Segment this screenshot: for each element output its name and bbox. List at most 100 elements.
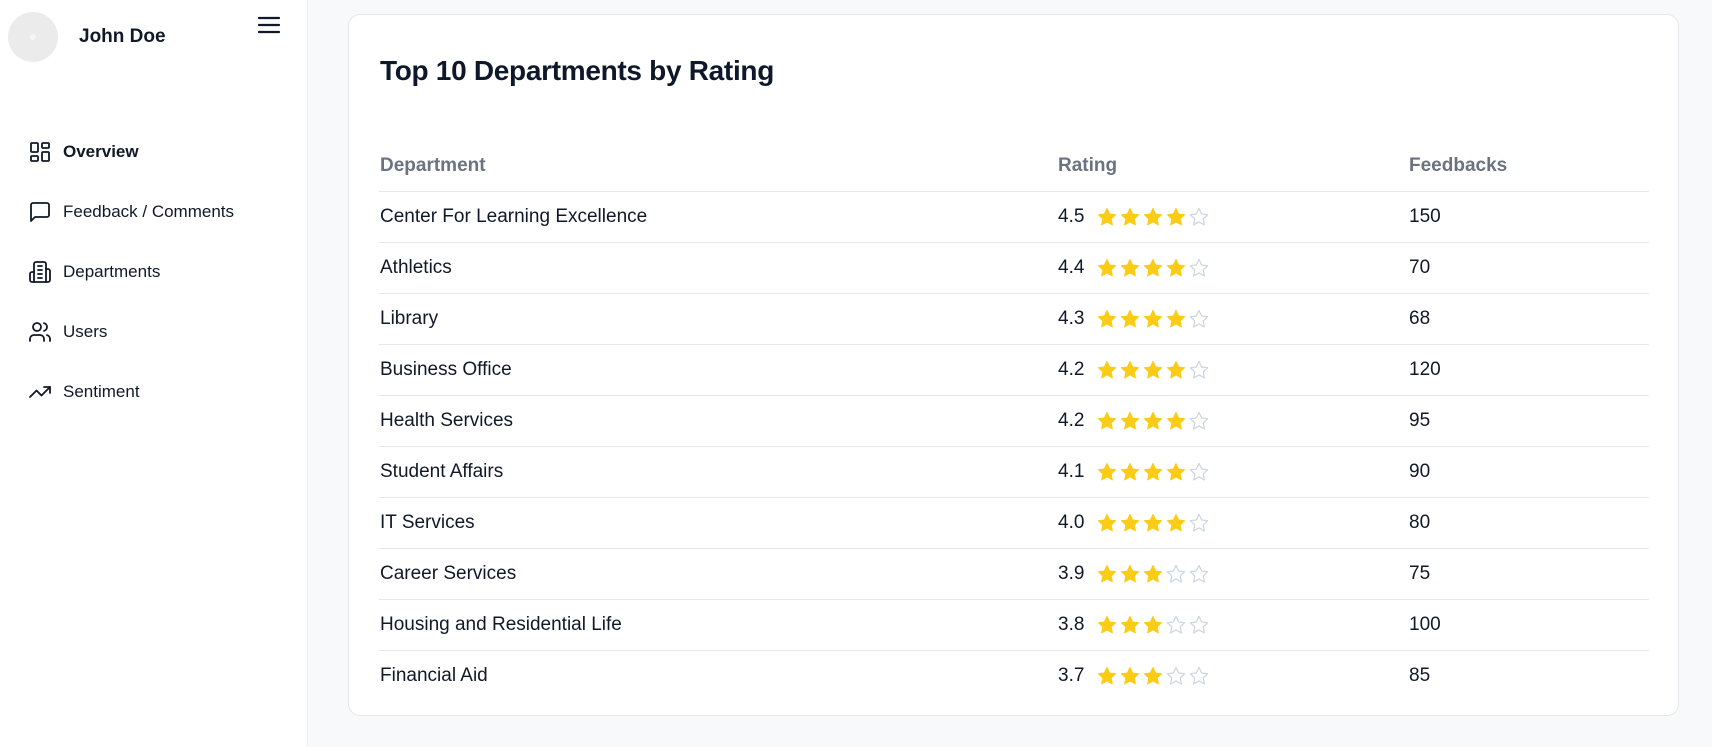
star-empty-icon bbox=[1190, 462, 1209, 481]
rating-value: 4.4 bbox=[1058, 257, 1085, 278]
top-departments-card: Top 10 Departments by Rating Department … bbox=[348, 14, 1679, 716]
star-filled-icon bbox=[1144, 666, 1163, 685]
star-rating bbox=[1096, 665, 1211, 687]
rating-cell: 3.9 bbox=[1057, 548, 1408, 600]
star-filled-icon bbox=[1121, 615, 1140, 634]
table-row: Center For Learning Excellence 4.5 150 bbox=[379, 191, 1649, 243]
building-icon bbox=[28, 260, 52, 284]
rating-cell: 4.4 bbox=[1057, 242, 1408, 294]
hamburger-menu-button[interactable] bbox=[256, 12, 282, 38]
star-empty-icon bbox=[1167, 615, 1186, 634]
star-filled-icon bbox=[1121, 564, 1140, 583]
star-filled-icon bbox=[1121, 411, 1140, 430]
star-filled-icon bbox=[1098, 462, 1117, 481]
card-title: Top 10 Departments by Rating bbox=[380, 55, 775, 86]
rating-cell: 3.8 bbox=[1057, 599, 1408, 651]
star-empty-icon bbox=[1190, 207, 1209, 226]
star-filled-icon bbox=[1144, 360, 1163, 379]
table-row: Business Office 4.2 120 bbox=[379, 344, 1649, 396]
star-filled-icon bbox=[1121, 207, 1140, 226]
feedbacks-count: 85 bbox=[1409, 665, 1431, 686]
table-row: Student Affairs 4.1 90 bbox=[379, 446, 1649, 498]
star-filled-icon bbox=[1167, 360, 1186, 379]
star-filled-icon bbox=[1098, 411, 1117, 430]
table-row: Library 4.3 68 bbox=[379, 293, 1649, 345]
star-filled-icon bbox=[1167, 207, 1186, 226]
star-rating bbox=[1096, 359, 1211, 381]
column-header-department: Department bbox=[379, 141, 1057, 192]
rating-value: 3.9 bbox=[1058, 563, 1085, 584]
star-filled-icon bbox=[1144, 564, 1163, 583]
main-content: Top 10 Departments by Rating Department … bbox=[308, 0, 1712, 747]
column-header-feedbacks: Feedbacks bbox=[1408, 141, 1649, 192]
star-filled-icon bbox=[1121, 513, 1140, 532]
star-filled-icon bbox=[1167, 513, 1186, 532]
star-filled-icon bbox=[1144, 207, 1163, 226]
rating-cell: 4.2 bbox=[1057, 344, 1408, 396]
star-empty-icon bbox=[1190, 360, 1209, 379]
table-row: IT Services 4.0 80 bbox=[379, 497, 1649, 549]
table-body: Center For Learning Excellence 4.5 150 Athl… bbox=[379, 191, 1649, 702]
sidebar: John Doe Overview Feedback / Comments De… bbox=[0, 0, 308, 747]
table-row: Health Services 4.2 95 bbox=[379, 395, 1649, 447]
rating-value: 4.2 bbox=[1058, 410, 1085, 431]
star-empty-icon bbox=[1190, 309, 1209, 328]
trending-up-icon bbox=[28, 380, 52, 404]
feedbacks-count: 90 bbox=[1408, 446, 1649, 498]
star-filled-icon bbox=[1098, 513, 1117, 532]
user-name: John Doe bbox=[79, 26, 166, 47]
star-filled-icon bbox=[1121, 462, 1140, 481]
star-filled-icon bbox=[1167, 309, 1186, 328]
sidebar-nav: Overview Feedback / Comments Departments… bbox=[0, 122, 308, 422]
star-filled-icon bbox=[1144, 309, 1163, 328]
department-name: IT Services bbox=[379, 497, 1057, 549]
rating-value: 4.1 bbox=[1058, 461, 1085, 482]
feedbacks-count: 95 bbox=[1408, 395, 1649, 447]
rating-cell: 4.0 bbox=[1057, 497, 1408, 549]
star-filled-icon bbox=[1098, 564, 1117, 583]
star-rating bbox=[1096, 563, 1211, 585]
message-square-icon bbox=[28, 200, 52, 224]
star-filled-icon bbox=[1098, 258, 1117, 277]
dashboard-icon bbox=[28, 140, 52, 164]
star-empty-icon bbox=[1190, 411, 1209, 430]
avatar[interactable] bbox=[8, 12, 58, 62]
department-name: Athletics bbox=[379, 242, 1057, 294]
star-filled-icon bbox=[1098, 360, 1117, 379]
table-row: Housing and Residential Life 3.8 100 bbox=[379, 599, 1649, 651]
sidebar-item-sentiment[interactable]: Sentiment bbox=[0, 362, 308, 422]
department-name: Student Affairs bbox=[379, 446, 1057, 498]
star-filled-icon bbox=[1098, 615, 1117, 634]
sidebar-item-overview[interactable]: Overview bbox=[0, 122, 308, 182]
star-filled-icon bbox=[1144, 615, 1163, 634]
table-row: Career Services 3.9 75 bbox=[379, 548, 1649, 600]
star-rating bbox=[1096, 206, 1211, 228]
star-rating bbox=[1096, 308, 1211, 330]
star-filled-icon bbox=[1167, 462, 1186, 481]
star-rating bbox=[1096, 257, 1211, 279]
feedbacks-count: 150 bbox=[1408, 191, 1649, 243]
rating-value: 3.7 bbox=[1058, 665, 1085, 686]
sidebar-item-departments[interactable]: Departments bbox=[0, 242, 308, 302]
star-filled-icon bbox=[1121, 666, 1140, 685]
feedbacks-count: 120 bbox=[1408, 344, 1649, 396]
table-row: Financial Aid 3.7 85 bbox=[379, 651, 1649, 702]
star-empty-icon bbox=[1190, 258, 1209, 277]
sidebar-item-users[interactable]: Users bbox=[0, 302, 308, 362]
star-empty-icon bbox=[1167, 666, 1186, 685]
sidebar-item-feedback-comments[interactable]: Feedback / Comments bbox=[0, 182, 308, 242]
app-root: John Doe Overview Feedback / Comments De… bbox=[0, 0, 1712, 747]
department-name: Center For Learning Excellence bbox=[379, 191, 1057, 243]
table-header-row: Department Rating Feedbacks bbox=[379, 141, 1649, 192]
rating-cell: 4.2 bbox=[1057, 395, 1408, 447]
rating-value: 3.8 bbox=[1058, 614, 1085, 635]
department-name: Career Services bbox=[379, 548, 1057, 600]
star-filled-icon bbox=[1098, 207, 1117, 226]
star-empty-icon bbox=[1190, 513, 1209, 532]
star-empty-icon bbox=[1167, 564, 1186, 583]
star-filled-icon bbox=[1098, 309, 1117, 328]
department-name: Financial Aid bbox=[380, 665, 488, 686]
sidebar-item-label: Departments bbox=[63, 262, 161, 281]
star-rating bbox=[1096, 410, 1211, 432]
table-row: Athletics 4.4 70 bbox=[379, 242, 1649, 294]
